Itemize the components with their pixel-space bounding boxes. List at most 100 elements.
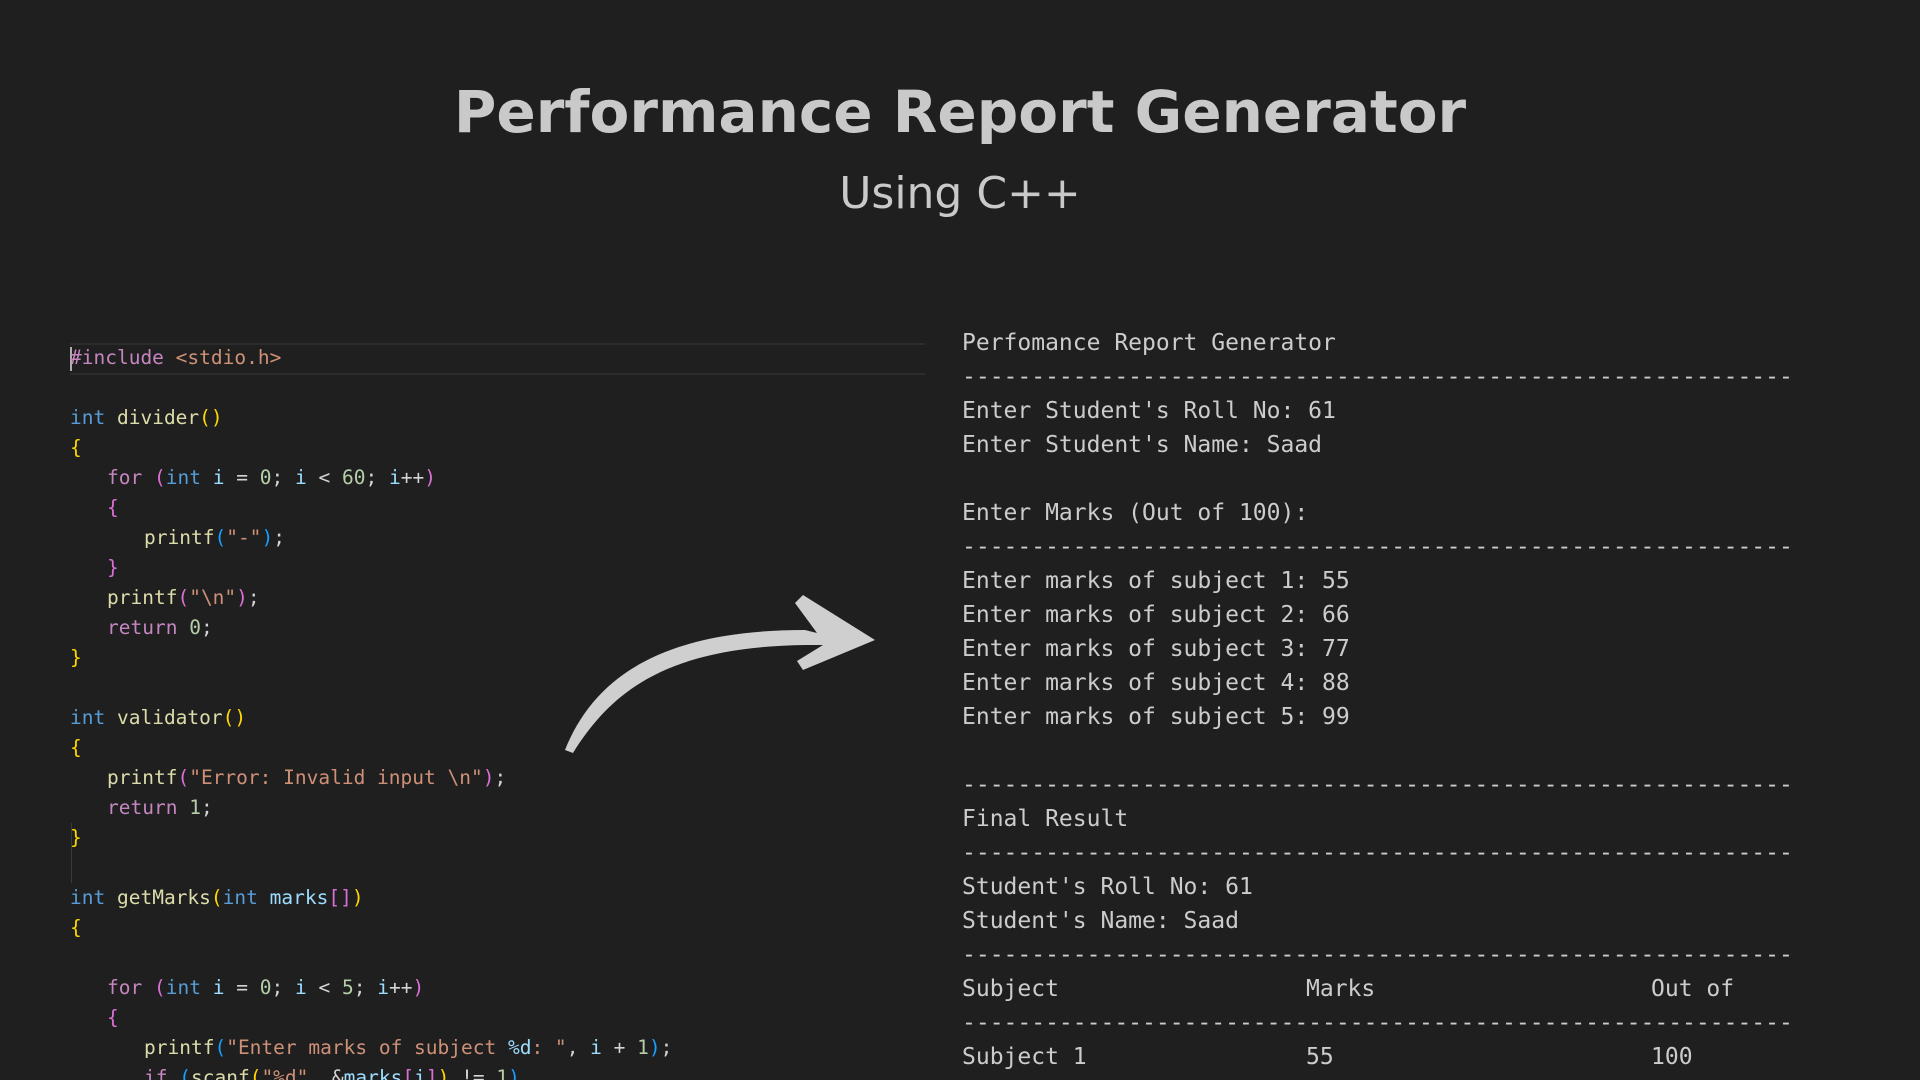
variable: marks: [343, 1066, 403, 1080]
code-line-validator-sig: int validator(): [70, 703, 246, 733]
variable: i: [414, 1066, 426, 1080]
paren: ): [508, 1066, 520, 1080]
format-specifier: %d: [507, 1036, 532, 1059]
cell-subject: Subject 1: [962, 1044, 1087, 1070]
marks-input-line: Enter marks of subject 1: 55: [962, 568, 1350, 594]
number: 1: [189, 796, 201, 819]
roll-result: Student's Roll No: 61: [962, 874, 1253, 900]
number: 0: [259, 976, 272, 999]
code-line-for: for (int i = 0; i < 5; i++): [107, 973, 424, 1003]
brace: }: [70, 646, 82, 669]
paren: (): [222, 706, 247, 729]
marks-heading: Enter Marks (Out of 100):: [962, 500, 1309, 526]
name-result: Student's Name: Saad: [962, 908, 1239, 934]
code-line-brace-open: {: [70, 913, 82, 943]
paren: (: [214, 1036, 227, 1059]
terminal-separator: ----------------------------------------…: [962, 1010, 1793, 1036]
code-line-brace-close: }: [107, 553, 119, 583]
paren: (: [177, 766, 190, 789]
brace: {: [70, 736, 82, 759]
brace: {: [107, 496, 119, 519]
number: 5: [341, 976, 354, 999]
keyword: return: [107, 796, 178, 819]
operator: <: [318, 466, 331, 489]
brace: {: [70, 916, 82, 939]
variable: i: [294, 466, 307, 489]
brace: }: [70, 826, 82, 849]
number: 1: [637, 1036, 649, 1059]
code-line-brace-open: {: [107, 493, 119, 523]
column-header-out-of: Out of: [1651, 976, 1735, 1002]
keyword: return: [107, 616, 178, 639]
curved-arrow-right-icon: [565, 595, 875, 753]
column-header-marks: Marks: [1306, 976, 1376, 1002]
name-prompt: Enter Student's Name: Saad: [962, 432, 1323, 458]
paren: ): [236, 586, 248, 609]
function-call: printf: [144, 526, 215, 549]
paren: (): [199, 406, 223, 429]
paren: ): [648, 1036, 661, 1059]
code-line-printf-dash: printf("-");: [144, 523, 285, 553]
variable: i: [590, 1036, 602, 1059]
paren: (: [177, 586, 190, 609]
function-name: validator: [116, 706, 223, 729]
code-line-return: return 0;: [107, 613, 213, 643]
paren: (: [153, 466, 166, 489]
operator: !=: [461, 1066, 485, 1080]
paren: (: [249, 1066, 262, 1080]
variable: i: [388, 466, 401, 489]
string-literal: : ": [531, 1036, 567, 1059]
semicolon: ;: [494, 766, 507, 789]
variable: i: [377, 976, 389, 999]
keyword: if: [144, 1066, 168, 1080]
code-line-brace-close: }: [70, 643, 82, 673]
marks-input-line: Enter marks of subject 3: 77: [962, 636, 1350, 662]
keyword: for: [107, 466, 143, 489]
code-line-printf-newline: printf("\n");: [107, 583, 260, 613]
paren: (: [153, 976, 166, 999]
page-subtitle: Using C++: [839, 168, 1081, 219]
number: 0: [259, 466, 272, 489]
final-heading: Final Result: [962, 806, 1129, 832]
slide: Performance Report Generator Using C++ #…: [0, 0, 1920, 1080]
keyword: int: [70, 706, 106, 729]
semicolon: ;: [200, 616, 213, 639]
code-line-getmarks-sig: int getMarks(int marks[]): [70, 883, 364, 913]
keyword: int: [222, 886, 258, 909]
keyword: int: [165, 976, 201, 999]
semicolon: ;: [660, 1036, 673, 1059]
brace: {: [107, 1006, 119, 1029]
terminal-heading: Perfomance Report Generator: [962, 330, 1336, 356]
paren: ): [351, 886, 364, 909]
keyword: int: [70, 406, 106, 429]
paren: (: [210, 886, 223, 909]
paren: ): [261, 526, 274, 549]
terminal-separator: ----------------------------------------…: [962, 942, 1793, 968]
paren: ): [412, 976, 425, 999]
terminal-separator: ----------------------------------------…: [962, 840, 1793, 866]
keyword: for: [107, 976, 143, 999]
function-call: printf: [107, 766, 178, 789]
semicolon: ;: [273, 526, 285, 549]
paren: (: [214, 526, 227, 549]
code-line-divider-sig: int divider(): [70, 403, 223, 433]
string-literal: "\n": [189, 586, 237, 609]
function-name: divider: [116, 406, 200, 429]
column-header-subject: Subject: [962, 976, 1059, 1002]
operator: ++: [400, 466, 425, 489]
include-directive: #include: [70, 346, 164, 369]
number: 60: [341, 466, 366, 489]
code-line-return: return 1;: [107, 793, 213, 823]
code-line-brace-open: {: [70, 433, 82, 463]
function-call: scanf: [190, 1066, 250, 1080]
string-literal: "-": [226, 526, 262, 549]
operator: =: [236, 976, 248, 999]
terminal-separator: ----------------------------------------…: [962, 772, 1793, 798]
code-line-for: for (int i = 0; i < 60; i++): [107, 463, 436, 493]
roll-prompt: Enter Student's Roll No: 61: [962, 398, 1336, 424]
keyword: int: [165, 466, 201, 489]
page-title: Performance Report Generator: [453, 78, 1467, 146]
marks-input-line: Enter marks of subject 4: 88: [962, 670, 1350, 696]
code-line-brace-close: }: [70, 823, 82, 853]
semicolon: ;: [353, 976, 366, 999]
